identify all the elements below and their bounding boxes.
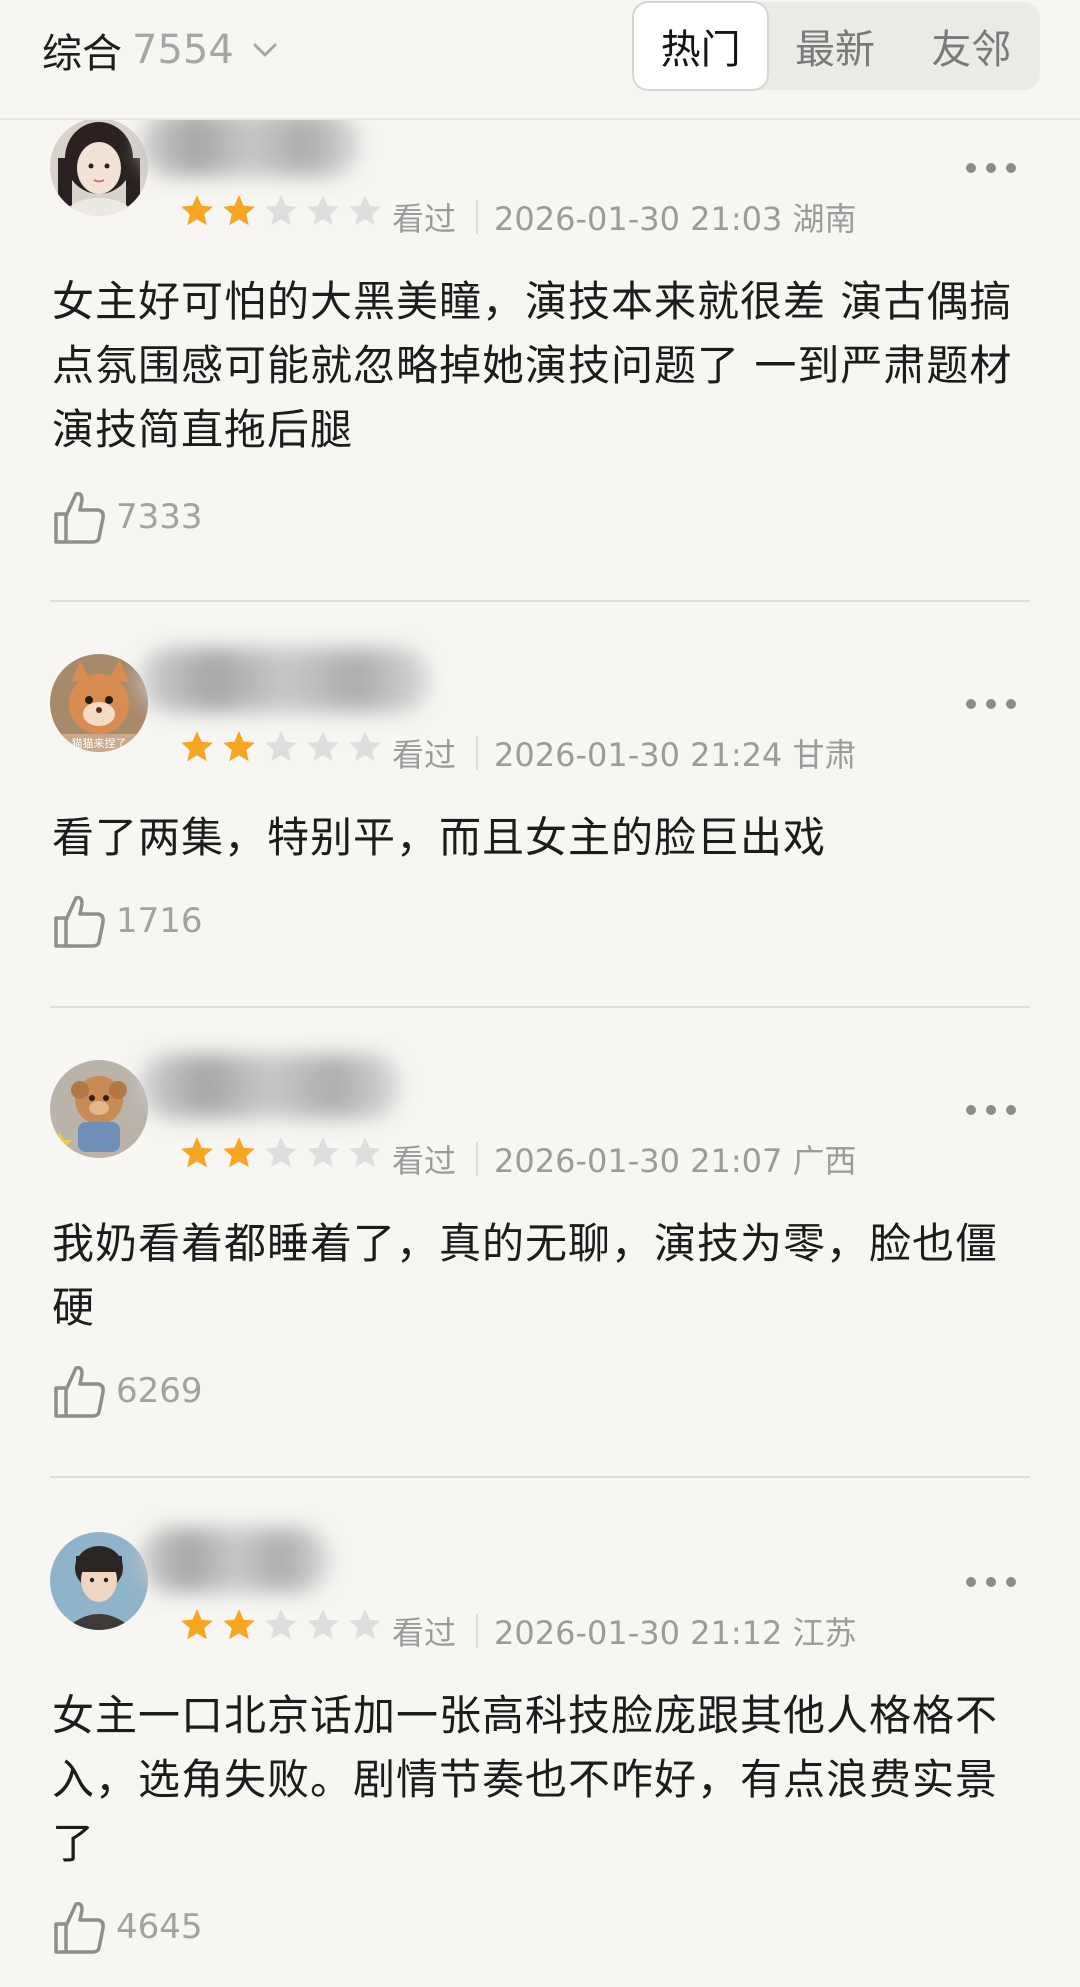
star-empty-icon	[265, 195, 297, 226]
timestamp-location: 2026-01-30 21:24 甘肃	[494, 736, 857, 774]
divider-bar	[476, 200, 478, 234]
timestamp-location: 2026-01-30 21:12 江苏	[494, 1614, 857, 1652]
like-button[interactable]: 4645	[52, 1898, 203, 1956]
top-bar: 综合 7554 热门 最新 友邻	[0, 0, 1080, 120]
star-filled-icon	[181, 195, 213, 226]
comment-text: 女主好可怕的大黑美瞳，演技本来就很差 演古偶搞点氛围感可能就忽略掉她演技问题了 …	[52, 277, 1013, 454]
tab-friends[interactable]: 友邻	[903, 2, 1040, 90]
timestamp-location: 2026-01-30 21:03 湖南	[494, 200, 857, 238]
like-button[interactable]: 6269	[52, 1362, 203, 1420]
sort-tabs: 热门 最新 友邻	[632, 2, 1040, 90]
tab-hot[interactable]: 热门	[634, 3, 768, 89]
filter-label: 综合	[42, 31, 122, 77]
thumbs-up-icon	[54, 491, 105, 544]
like-count: 6269	[116, 1371, 203, 1411]
watch-status: 看过	[392, 200, 457, 238]
star-empty-icon	[349, 1137, 381, 1168]
comment-text: 女主一口北京话加一张高科技脸庞跟其他人格格不入，选角失败。剧情节奏也不咋好，有点…	[52, 1691, 999, 1868]
star-rating	[178, 192, 384, 230]
star-rating	[178, 1134, 384, 1172]
username-blurred[interactable]	[140, 112, 360, 176]
comment-text: 我奶看着都睡着了，真的无聊，演技为零，脸也僵硬	[52, 1219, 999, 1332]
star-empty-icon	[307, 1609, 339, 1640]
avatar[interactable]: 猫猫来捏了	[50, 654, 148, 752]
watch-status: 看过	[392, 1142, 457, 1180]
divider-bar	[476, 1142, 478, 1176]
more-options-icon[interactable]	[966, 694, 1016, 714]
thumbs-up-icon	[54, 1901, 105, 1954]
avatar[interactable]	[50, 118, 148, 216]
chevron-down-icon	[253, 43, 277, 57]
star-filled-icon	[223, 1137, 255, 1168]
username-blurred[interactable]	[140, 648, 430, 712]
watch-status: 看过	[392, 1614, 457, 1652]
tab-latest[interactable]: 最新	[767, 2, 902, 90]
star-empty-icon	[265, 731, 297, 762]
star-empty-icon	[349, 1609, 381, 1640]
like-button[interactable]: 1716	[52, 892, 203, 950]
divider-bar	[476, 736, 478, 770]
star-rating	[178, 1606, 384, 1644]
star-filled-icon	[223, 1609, 255, 1640]
like-button[interactable]: 7333	[52, 488, 203, 546]
timestamp-location: 2026-01-30 21:07 广西	[494, 1142, 857, 1180]
username-blurred[interactable]	[140, 1528, 330, 1592]
star-empty-icon	[349, 195, 381, 226]
more-options-icon[interactable]	[966, 1100, 1016, 1120]
filter-count: 7554	[132, 27, 234, 73]
watch-status: 看过	[392, 736, 457, 774]
thumbs-up-icon	[54, 1365, 105, 1418]
avatar-caption: 猫猫来捏了	[72, 736, 127, 750]
more-options-icon[interactable]	[966, 1572, 1016, 1592]
star-filled-icon	[181, 1609, 213, 1640]
avatar[interactable]	[50, 1532, 148, 1630]
avatar[interactable]	[50, 1060, 148, 1158]
star-filled-icon	[223, 195, 255, 226]
star-empty-icon	[265, 1609, 297, 1640]
star-filled-icon	[181, 731, 213, 762]
star-empty-icon	[307, 1137, 339, 1168]
like-count: 1716	[116, 901, 203, 941]
username-blurred[interactable]	[140, 1054, 400, 1118]
comment-divider	[50, 1476, 1030, 1478]
like-count: 4645	[116, 1907, 203, 1947]
star-empty-icon	[349, 731, 381, 762]
star-empty-icon	[307, 195, 339, 226]
star-filled-icon	[181, 1137, 213, 1168]
divider-bar	[476, 1614, 478, 1648]
like-count: 7333	[116, 497, 203, 537]
sort-filter-dropdown[interactable]: 综合 7554	[42, 22, 280, 78]
star-empty-icon	[265, 1137, 297, 1168]
star-filled-icon	[223, 731, 255, 762]
star-rating	[178, 728, 384, 766]
thumbs-up-icon	[54, 895, 105, 948]
comment-text: 看了两集，特别平，而且女主的脸巨出戏	[52, 813, 827, 862]
comment-divider	[50, 1006, 1030, 1008]
star-empty-icon	[307, 731, 339, 762]
more-options-icon[interactable]	[966, 158, 1016, 178]
comment-divider	[50, 600, 1030, 602]
